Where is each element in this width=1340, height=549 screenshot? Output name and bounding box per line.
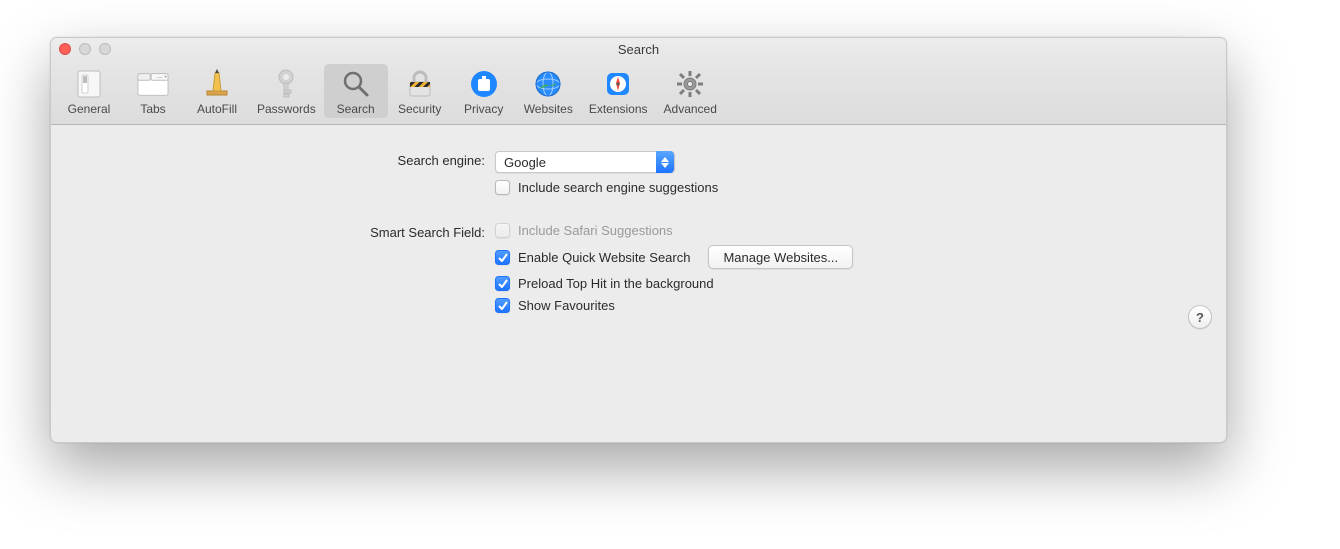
passwords-icon	[270, 68, 302, 100]
window-controls	[59, 43, 111, 55]
tab-label: Extensions	[589, 102, 648, 116]
tab-label: Privacy	[464, 102, 503, 116]
minimize-window-button[interactable]	[79, 43, 91, 55]
tab-label: Tabs	[140, 102, 165, 116]
preferences-window: Search General	[50, 37, 1227, 443]
svg-text:— +: — +	[157, 74, 167, 80]
tab-label: General	[68, 102, 111, 116]
preload-top-hit-row[interactable]: Preload Top Hit in the background	[495, 276, 853, 291]
tab-search[interactable]: Search	[324, 64, 388, 118]
quick-website-search-label: Enable Quick Website Search	[518, 250, 690, 265]
quick-website-search-row[interactable]: Enable Quick Website Search	[495, 250, 690, 265]
manage-websites-button[interactable]: Manage Websites...	[708, 245, 853, 269]
tab-label: Advanced	[664, 102, 717, 116]
search-engine-value: Google	[504, 155, 546, 170]
include-suggestions-checkbox[interactable]	[495, 180, 510, 195]
tab-label: Websites	[524, 102, 573, 116]
search-icon	[340, 68, 372, 100]
help-button[interactable]: ?	[1188, 305, 1212, 329]
autofill-icon	[201, 68, 233, 100]
preferences-toolbar: General — + Tabs	[51, 60, 1226, 125]
privacy-icon	[468, 68, 500, 100]
show-favourites-checkbox[interactable]	[495, 298, 510, 313]
safari-suggestions-checkbox	[495, 223, 510, 238]
safari-suggestions-label: Include Safari Suggestions	[518, 223, 673, 238]
general-icon	[73, 68, 105, 100]
search-pane: Search engine: Google Include search eng…	[51, 125, 1226, 341]
search-engine-label: Search engine:	[71, 151, 495, 168]
tab-security[interactable]: Security	[388, 64, 452, 118]
tab-extensions[interactable]: Extensions	[581, 64, 656, 118]
window-title: Search	[618, 42, 659, 57]
preload-top-hit-label: Preload Top Hit in the background	[518, 276, 714, 291]
safari-suggestions-row: Include Safari Suggestions	[495, 223, 853, 238]
show-favourites-label: Show Favourites	[518, 298, 615, 313]
include-suggestions-row[interactable]: Include search engine suggestions	[495, 180, 718, 195]
quick-website-search-checkbox[interactable]	[495, 250, 510, 265]
tab-label: Search	[337, 102, 375, 116]
tab-privacy[interactable]: Privacy	[452, 64, 516, 118]
tab-label: Passwords	[257, 102, 316, 116]
tabs-icon: — +	[137, 68, 169, 100]
tab-advanced[interactable]: Advanced	[656, 64, 725, 118]
smart-search-label: Smart Search Field:	[71, 223, 495, 240]
show-favourites-row[interactable]: Show Favourites	[495, 298, 853, 313]
include-suggestions-label: Include search engine suggestions	[518, 180, 718, 195]
security-icon	[404, 68, 436, 100]
extensions-icon	[602, 68, 634, 100]
tab-label: Security	[398, 102, 441, 116]
tab-websites[interactable]: Websites	[516, 64, 581, 118]
tab-label: AutoFill	[197, 102, 237, 116]
preload-top-hit-checkbox[interactable]	[495, 276, 510, 291]
titlebar: Search	[51, 38, 1226, 60]
advanced-icon	[674, 68, 706, 100]
tab-passwords[interactable]: Passwords	[249, 64, 324, 118]
search-engine-popup[interactable]: Google	[495, 151, 675, 173]
websites-icon	[532, 68, 564, 100]
tab-tabs[interactable]: — + Tabs	[121, 64, 185, 118]
zoom-window-button[interactable]	[99, 43, 111, 55]
tab-general[interactable]: General	[57, 64, 121, 118]
chevron-up-down-icon	[656, 151, 674, 173]
close-window-button[interactable]	[59, 43, 71, 55]
tab-autofill[interactable]: AutoFill	[185, 64, 249, 118]
